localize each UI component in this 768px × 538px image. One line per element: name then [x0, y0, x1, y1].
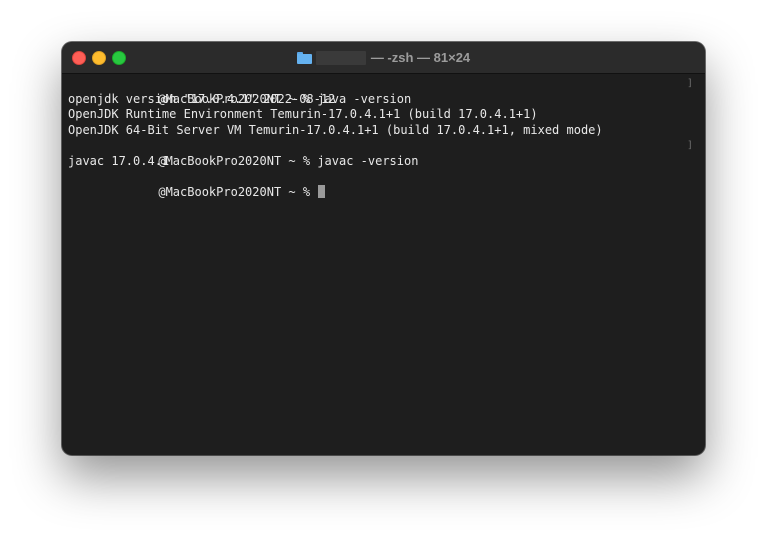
folder-icon — [296, 51, 312, 64]
prompt-text: @MacBookPro2020NT ~ % — [158, 184, 318, 199]
output-text: OpenJDK 64-Bit Server VM Temurin-17.0.4.… — [68, 122, 603, 137]
terminal-line: openjdk version "17.0.4.1" 2022-08-12 — [68, 92, 699, 108]
terminal-window: — -zsh — 81×24 @MacBookPro2020NT ~ % jav… — [62, 42, 705, 455]
terminal-output[interactable]: @MacBookPro2020NT ~ % java -version ] op… — [62, 74, 705, 455]
output-text: OpenJDK Runtime Environment Temurin-17.0… — [68, 107, 538, 121]
window-title-text: — -zsh — 81×24 — [370, 50, 471, 65]
title-bar[interactable]: — -zsh — 81×24 — [62, 42, 705, 74]
window-title: — -zsh — 81×24 — [62, 42, 705, 73]
terminal-line: javac 17.0.4.1 — [68, 154, 699, 170]
terminal-line: @MacBookPro2020NT ~ % javac -version ] — [68, 138, 699, 168]
terminal-line: @MacBookPro2020NT ~ % — [68, 169, 699, 199]
terminal-line: OpenJDK 64-Bit Server VM Temurin-17.0.4.… — [68, 123, 699, 139]
redacted-folder-name — [315, 50, 366, 65]
terminal-line: @MacBookPro2020NT ~ % java -version ] — [68, 76, 699, 106]
text-cursor — [318, 184, 326, 198]
mark-bracket: ] — [686, 140, 693, 151]
output-text: javac 17.0.4.1 — [68, 153, 170, 168]
mark-bracket: ] — [686, 78, 693, 89]
output-text: openjdk version "17.0.4.1" 2022-08-12 — [68, 91, 336, 106]
terminal-line: OpenJDK Runtime Environment Temurin-17.0… — [68, 107, 699, 123]
